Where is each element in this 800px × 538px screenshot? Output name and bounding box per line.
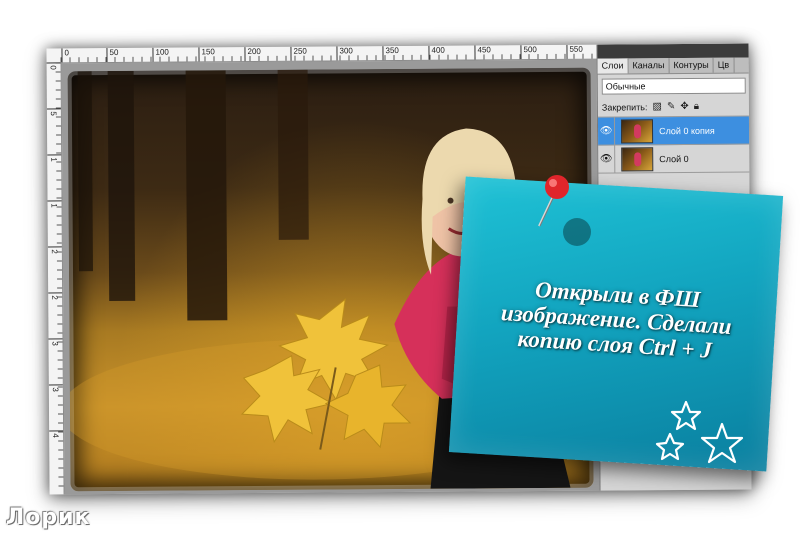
panel-tabs: Слои Каналы Контуры Цв (597, 57, 750, 75)
brush-icon[interactable]: ✎ (667, 101, 675, 112)
tab-channels[interactable]: Каналы (628, 58, 670, 74)
ruler-left-label: 2 (47, 246, 62, 254)
eye-icon[interactable]: 👁︎ (598, 145, 616, 173)
ruler-left-label: 3 (48, 338, 63, 346)
lock-row: Закрепить: ▨ ✎ ✥ 🔒︎ (597, 97, 750, 118)
ruler-top-label: 50 (106, 48, 118, 63)
layer-row[interactable]: 👁︎ Слой 0 копия (597, 116, 751, 146)
ruler-left-label: 0 (46, 62, 61, 70)
ruler-top-label: 300 (336, 46, 353, 61)
ruler-left-label: 4 (49, 430, 64, 438)
ruler-top-label: 450 (474, 45, 491, 60)
layer-thumbnail (620, 118, 654, 143)
tab-layers[interactable]: Слои (597, 58, 629, 74)
layer-name: Слой 0 копия (659, 125, 715, 136)
stars-icon (655, 400, 744, 464)
ruler-top-label: 200 (244, 47, 261, 62)
blend-mode-select[interactable]: Обычные (601, 77, 746, 95)
ruler-left-label: 1 (47, 154, 62, 162)
ruler-top-label: 550 (566, 45, 583, 59)
ruler-top-label: 100 (152, 48, 169, 62)
eye-icon[interactable]: 👁︎ (597, 117, 616, 145)
panel-title-bar (597, 43, 750, 59)
ruler-top-label: 350 (382, 46, 399, 61)
pushpin-icon (538, 175, 569, 227)
tab-paths[interactable]: Контуры (669, 57, 714, 74)
move-icon[interactable]: ✥ (680, 101, 688, 112)
lock-label: Закрепить: (601, 102, 648, 113)
ruler-left-label: 1 (47, 200, 62, 208)
ruler-left-label: 3 (48, 384, 63, 392)
watermark: Лорик (6, 505, 91, 530)
layer-row[interactable]: 👁︎ Слой 0 (598, 144, 751, 174)
ruler-top-label: 400 (428, 46, 445, 60)
layer-thumbnail (621, 146, 654, 171)
ruler-top-label: 150 (198, 47, 215, 62)
layer-name: Слой 0 (659, 153, 689, 164)
tab-color[interactable]: Цв (713, 57, 735, 73)
note-text: Открыли в ФШ изображение. Сделали копию … (500, 277, 733, 363)
ruler-top-label: 0 (61, 48, 69, 63)
ruler-left-label: 5 (46, 108, 61, 116)
lock-transparency-icon[interactable]: ▨ (652, 101, 662, 112)
ruler-top-label: 500 (520, 45, 537, 60)
ruler-left-label: 2 (48, 292, 63, 300)
lock-icon[interactable]: 🔒︎ (694, 101, 699, 112)
ruler-top-label: 250 (290, 47, 307, 61)
